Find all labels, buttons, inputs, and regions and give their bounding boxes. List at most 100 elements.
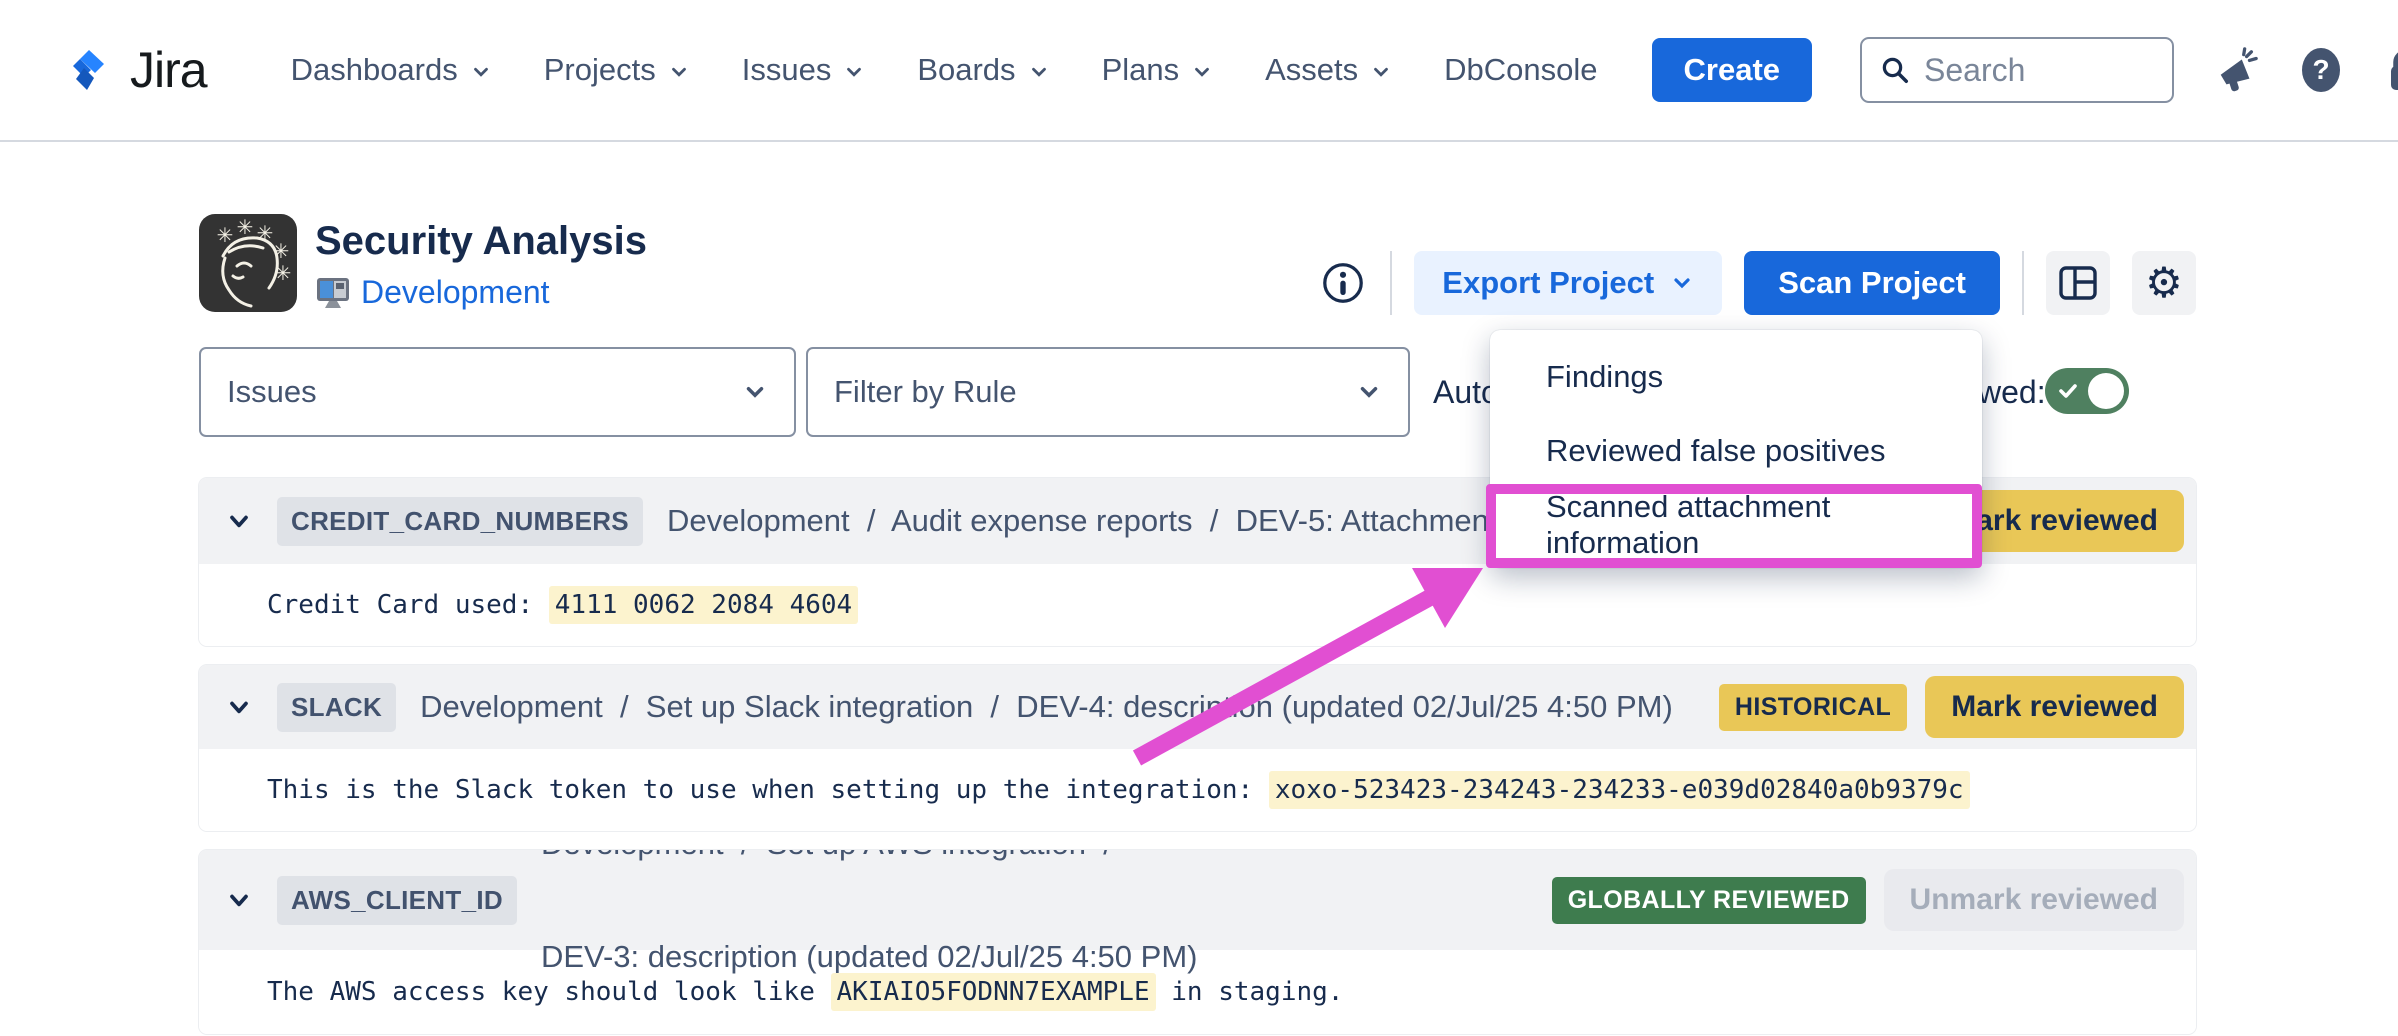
chevron-down-icon xyxy=(843,61,865,83)
rule-filter-select[interactable]: Filter by Rule xyxy=(806,347,1410,437)
chevron-down-icon xyxy=(1028,61,1050,83)
auto-label-fragment: Auto xyxy=(1433,374,1499,411)
desktop-computer-icon xyxy=(315,275,351,311)
finding-header: AWS_CLIENT_ID Development / Set up AWS i… xyxy=(199,850,2196,950)
show-reviewed-toggle[interactable] xyxy=(2045,368,2129,414)
collapse-chevron-icon[interactable] xyxy=(225,507,253,535)
navbar-utility-icons: ? ⚙ ✳✳✳ xyxy=(2212,45,2398,95)
rule-select-value: Filter by Rule xyxy=(834,374,1017,410)
jira-mark-icon xyxy=(64,44,116,96)
nav-assets[interactable]: Assets xyxy=(1265,52,1392,88)
chevron-down-icon xyxy=(668,61,690,83)
finding-path: Development / Set up Slack integration /… xyxy=(420,689,1695,725)
export-project-menu: Findings Reviewed false positives Scanne… xyxy=(1490,330,1982,568)
detected-secret: AKIAIO5FODNN7EXAMPLE xyxy=(831,973,1156,1011)
historical-badge: HISTORICAL xyxy=(1719,684,1907,731)
scope-select[interactable]: Issues xyxy=(199,347,796,437)
nav-label: Assets xyxy=(1265,52,1358,88)
chevron-down-icon xyxy=(1670,271,1694,295)
svg-text:?: ? xyxy=(2312,54,2329,85)
info-icon[interactable] xyxy=(1318,258,1368,308)
scan-project-button[interactable]: Scan Project xyxy=(1744,251,2000,315)
snippet-text: Credit Card used: xyxy=(267,590,549,620)
show-reviewed-label-fragment: wed: xyxy=(1978,374,2046,411)
path-line-2: DEV-3: description (updated 02/Jul/25 4:… xyxy=(541,936,1528,977)
rule-badge: CREDIT_CARD_NUMBERS xyxy=(277,497,643,546)
gear-icon: ⚙ xyxy=(2145,262,2183,304)
detected-secret: 4111 0062 2084 4604 xyxy=(549,586,858,624)
menu-item-findings[interactable]: Findings xyxy=(1490,340,1982,414)
svg-text:✳: ✳ xyxy=(217,223,234,247)
project-link-development[interactable]: Development xyxy=(361,274,550,311)
search-icon xyxy=(1880,55,1910,85)
nav-plans[interactable]: Plans xyxy=(1102,52,1214,88)
help-icon[interactable]: ? xyxy=(2296,45,2346,95)
finding-actions: HISTORICAL Mark reviewed xyxy=(1719,676,2184,738)
nav-label: Plans xyxy=(1102,52,1180,88)
toggle-knob xyxy=(2088,373,2124,409)
top-navbar: Jira Dashboards Projects Issues Boards P… xyxy=(0,0,2398,142)
finding-actions: GLOBALLY REVIEWED Unmark reviewed xyxy=(1552,869,2184,931)
finding-aws-client-id: AWS_CLIENT_ID Development / Set up AWS i… xyxy=(199,850,2196,1034)
svg-text:✳: ✳ xyxy=(257,221,274,245)
mark-reviewed-button[interactable]: Mark reviewed xyxy=(1925,676,2184,738)
finding-slack-token: SLACK Development / Set up Slack integra… xyxy=(199,665,2196,831)
chevron-down-icon xyxy=(1370,61,1392,83)
nav-dashboards[interactable]: Dashboards xyxy=(291,52,492,88)
snippet-text: in staging. xyxy=(1156,977,1344,1007)
nav-label: Issues xyxy=(742,52,832,88)
lock-icon[interactable] xyxy=(2380,45,2398,95)
menu-item-scanned-attachment-information[interactable]: Scanned attachment information xyxy=(1490,488,1982,562)
finding-header: SLACK Development / Set up Slack integra… xyxy=(199,665,2196,749)
finding-snippet: This is the Slack token to use when sett… xyxy=(199,749,2196,831)
project-avatar[interactable]: ✳ ✳ ✳ ✳ ✳ xyxy=(199,214,297,312)
nav-issues[interactable]: Issues xyxy=(742,52,866,88)
page-title: Security Analysis xyxy=(315,219,647,264)
rule-badge: SLACK xyxy=(277,683,396,732)
scope-select-value: Issues xyxy=(227,374,317,410)
check-icon xyxy=(2057,380,2079,402)
svg-text:✳: ✳ xyxy=(273,239,290,263)
primary-navigation: Dashboards Projects Issues Boards Plans … xyxy=(291,52,1598,88)
divider xyxy=(1390,251,1392,315)
header-actions: Export Project Scan Project ⚙ xyxy=(1318,250,2196,316)
menu-item-reviewed-false-positives[interactable]: Reviewed false positives xyxy=(1490,414,1982,488)
snippet-text: This is the Slack token to use when sett… xyxy=(267,775,1269,805)
search-input[interactable] xyxy=(1924,52,2154,89)
collapse-chevron-icon[interactable] xyxy=(225,886,253,914)
nav-dbconsole[interactable]: DbConsole xyxy=(1444,52,1597,88)
face-with-snowflakes-art: ✳ ✳ ✳ ✳ ✳ xyxy=(199,214,297,312)
nav-label: DbConsole xyxy=(1444,52,1597,88)
export-project-button[interactable]: Export Project xyxy=(1414,251,1722,315)
chevron-down-icon xyxy=(1356,379,1382,405)
nav-label: Projects xyxy=(544,52,656,88)
nav-projects[interactable]: Projects xyxy=(544,52,690,88)
project-settings-gear-button[interactable]: ⚙ xyxy=(2132,251,2196,315)
layout-panel-icon xyxy=(2058,265,2098,301)
jira-logo[interactable]: Jira xyxy=(64,41,207,99)
project-breadcrumb: Development xyxy=(315,274,550,311)
svg-text:✳: ✳ xyxy=(237,215,254,239)
svg-text:✳: ✳ xyxy=(275,261,292,285)
nav-boards[interactable]: Boards xyxy=(917,52,1049,88)
export-project-label: Export Project xyxy=(1442,265,1654,301)
nav-label: Dashboards xyxy=(291,52,458,88)
nav-label: Boards xyxy=(917,52,1015,88)
snippet-text: The AWS access key should look like xyxy=(267,977,831,1007)
unmark-reviewed-button[interactable]: Unmark reviewed xyxy=(1884,869,2184,931)
create-button[interactable]: Create xyxy=(1652,38,1813,102)
brand-wordmark: Jira xyxy=(130,41,207,99)
jira-security-analysis-page: Jira Dashboards Projects Issues Boards P… xyxy=(0,0,2398,1036)
layout-panel-button[interactable] xyxy=(2046,251,2110,315)
rule-badge: AWS_CLIENT_ID xyxy=(277,876,517,925)
chevron-down-icon xyxy=(742,379,768,405)
chevron-down-icon xyxy=(470,61,492,83)
announcements-megaphone-icon[interactable] xyxy=(2212,45,2262,95)
path-line-1: Development / Set up AWS integration / xyxy=(541,850,1528,864)
finding-snippet: Credit Card used: 4111 0062 2084 4604 xyxy=(199,564,2196,646)
divider xyxy=(2022,251,2024,315)
chevron-down-icon xyxy=(1191,61,1213,83)
detected-secret: xoxo-523423-234243-234233-e039d02840a0b9… xyxy=(1269,771,1970,809)
collapse-chevron-icon[interactable] xyxy=(225,693,253,721)
search-box[interactable] xyxy=(1860,37,2174,103)
